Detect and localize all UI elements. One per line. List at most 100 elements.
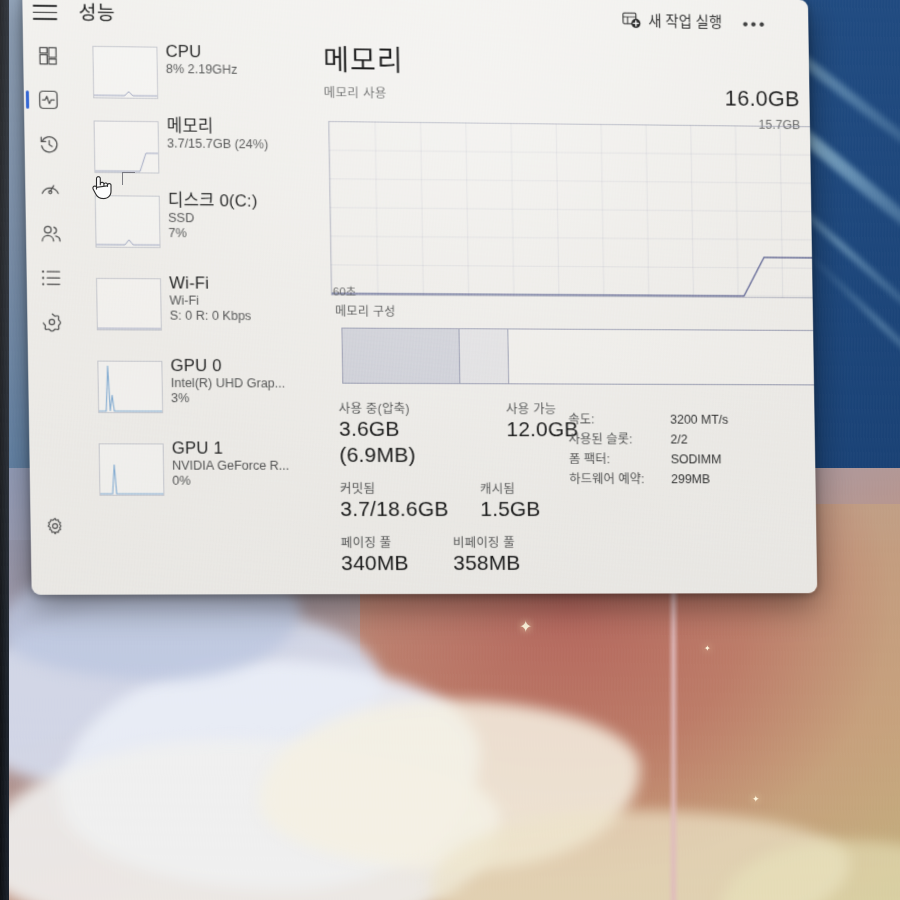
cpu-mini-graph [92, 45, 159, 100]
rail-item-services[interactable] [27, 300, 77, 345]
spec-key: 속도: [568, 412, 595, 427]
spec-value: 299MB [671, 472, 711, 487]
composition-modified [458, 329, 509, 384]
category-sub: 3.7/15.7GB (24%) [166, 136, 269, 152]
new-task-icon [623, 12, 642, 29]
spec-speed: 속도: 3200 MT/s [568, 409, 815, 430]
category-wifi[interactable]: Wi-Fi Wi-Fi S: 0 R: 0 Kbps [86, 274, 305, 354]
monitor-bezel [0, 0, 9, 900]
stat-key: 커밋됨 [339, 481, 376, 496]
spec-slots-used: 사용된 슬롯: 2/2 [568, 429, 815, 449]
category-gpu0[interactable]: GPU 0 Intel(R) UHD Grap... 3% [87, 357, 306, 436]
more-options-button[interactable]: ••• [742, 15, 767, 35]
resource-category-list: CPU 8% 2.19GHz 메모리 3.7/15.7GB (24%) 디스크 … [82, 42, 307, 522]
users-people-icon [40, 223, 62, 242]
rail-item-users[interactable] [26, 211, 76, 256]
startup-gauge-icon [39, 178, 61, 198]
rail-item-processes[interactable] [23, 33, 73, 78]
services-cog-icon [42, 312, 63, 332]
category-sub: Wi-Fi [169, 293, 200, 308]
spec-key: 사용된 슬롯: [568, 432, 633, 447]
stat-value: 358MB [453, 551, 521, 575]
selection-corner-marker [122, 172, 135, 185]
memory-composition-label: 메모리 구성 [335, 304, 396, 319]
performance-pulse-icon [38, 90, 59, 110]
stat-nonpaged-pool: 비페이징 풀 358MB [453, 532, 521, 577]
stat-value: 3.6GB (6.9MB) [338, 417, 416, 467]
stat-key: 사용 중(압축) [338, 401, 410, 416]
category-sub: Intel(R) UHD Grap... [170, 376, 286, 391]
history-clock-icon [39, 134, 60, 154]
category-gpu1[interactable]: GPU 1 NVIDIA GeForce R... 0% [88, 439, 307, 518]
run-new-task-button[interactable]: 새 작업 실행 [623, 10, 723, 32]
pane-title: 메모리 [322, 44, 404, 77]
gpu0-mini-graph [97, 360, 164, 414]
hamburger-icon[interactable] [32, 4, 58, 24]
category-sub2: 0% [172, 473, 191, 488]
spec-value: 2/2 [670, 432, 688, 447]
stat-value: 3.7/18.6GB [340, 497, 449, 521]
run-new-task-label: 새 작업 실행 [648, 14, 723, 32]
rail-item-details[interactable] [26, 255, 76, 300]
pane-subtitle: 메모리 사용 [323, 85, 387, 101]
spec-hardware-reserved: 하드웨어 예약: 299MB [569, 469, 816, 489]
page-title: 성능 [78, 3, 116, 25]
processes-grid-icon [38, 45, 58, 65]
spec-key: 하드웨어 예약: [569, 472, 645, 487]
memory-specs: 속도: 3200 MT/s 사용된 슬롯: 2/2 폼 팩터: SODIMM 하… [568, 409, 815, 489]
stat-committed: 커밋됨 3.7/18.6GB [340, 478, 469, 523]
graph-time-label: 60초 [332, 286, 357, 299]
category-cpu[interactable]: CPU 8% 2.19GHz [82, 42, 301, 115]
gpu1-mini-graph [98, 443, 165, 496]
rail-item-performance[interactable] [24, 77, 74, 122]
wallpaper-pole [668, 590, 679, 900]
stat-key: 페이징 풀 [340, 535, 392, 551]
hand-cursor [88, 172, 114, 207]
category-memory[interactable]: 메모리 3.7/15.7GB (24%) [83, 116, 302, 189]
composition-free [507, 329, 818, 385]
category-sub: 8% 2.19GHz [165, 61, 238, 77]
spec-value: 3200 MT/s [670, 412, 729, 427]
stat-key: 비페이징 풀 [452, 535, 515, 550]
category-label: 메모리 [166, 117, 214, 136]
wallpaper-sparkle: ✦ [752, 794, 760, 804]
memory-total: 16.0GB [724, 85, 800, 112]
stat-value: 1.5GB [480, 498, 541, 521]
spec-form-factor: 폼 팩터: SODIMM [569, 449, 816, 469]
wifi-mini-graph [96, 277, 162, 331]
memory-composition-bar[interactable] [341, 327, 818, 386]
wallpaper-sparkle: ✦ [704, 644, 711, 653]
category-label: Wi-Fi [169, 274, 210, 293]
stats-row-2: 커밋됨 3.7/18.6GB 캐시됨 1.5GB [340, 478, 580, 532]
category-disk[interactable]: 디스크 0(C:) SSD 7% [84, 191, 303, 271]
category-label: GPU 0 [170, 356, 222, 376]
stat-paged-pool: 페이징 풀 340MB [341, 532, 454, 577]
rail-item-startup-apps[interactable] [25, 166, 75, 211]
stats-row-3: 페이징 풀 340MB 비페이징 풀 358MB [341, 532, 581, 586]
composition-in-use [342, 328, 460, 384]
category-sub2: S: 0 R: 0 Kbps [169, 308, 252, 324]
category-label: GPU 1 [171, 439, 224, 458]
rail-item-app-history[interactable] [24, 122, 74, 167]
details-list-icon [41, 269, 62, 286]
settings-gear-icon [46, 517, 65, 535]
spec-key: 폼 팩터: [568, 452, 611, 467]
category-sub: SSD [168, 210, 195, 226]
memory-stats: 사용 중(압축) 3.6GB (6.9MB) 사용 가능 12.0GB 커밋됨 … [338, 398, 580, 586]
memory-usage-line [329, 122, 817, 297]
rail-item-settings[interactable] [30, 504, 80, 548]
memory-usage-graph [328, 121, 818, 299]
nav-rail [23, 33, 81, 595]
spec-value: SODIMM [670, 452, 722, 467]
category-label: CPU [165, 42, 202, 62]
stats-row-1: 사용 중(압축) 3.6GB (6.9MB) 사용 가능 12.0GB [338, 398, 579, 478]
memory-pane-header: 메모리 메모리 사용 16.0GB 15.7GB [322, 44, 800, 132]
category-label: 디스크 0(C:) [167, 191, 258, 211]
stat-cached: 캐시됨 1.5GB [480, 478, 541, 523]
stat-in-use: 사용 중(압축) 3.6GB (6.9MB) [338, 398, 465, 469]
memory-mini-graph [93, 120, 160, 174]
wallpaper-sparkle: ✦ [519, 619, 533, 636]
rail-bottom-group [30, 504, 80, 548]
category-sub: NVIDIA GeForce R... [171, 458, 290, 473]
category-sub2: 3% [170, 391, 190, 406]
